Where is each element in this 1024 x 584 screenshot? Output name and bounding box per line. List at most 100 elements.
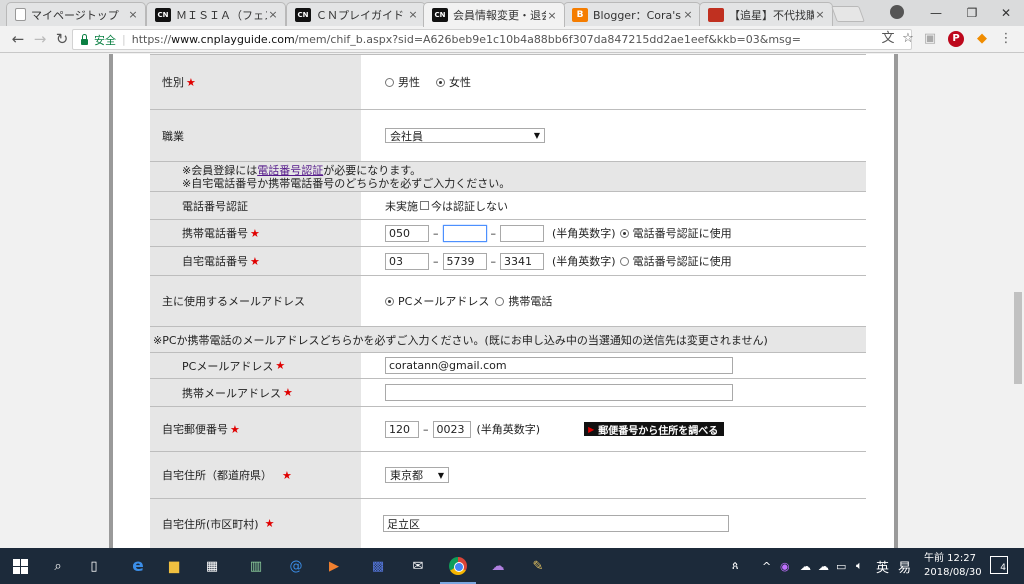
mobile-email-input[interactable] [385, 384, 733, 401]
prefecture-field: 東京都 ▼ [361, 452, 866, 498]
gender-male-radio[interactable] [385, 77, 394, 87]
bookmark-star-icon[interactable]: ☆ [900, 31, 916, 47]
ime-language[interactable]: 英 [876, 548, 889, 584]
mobile-email-row: 携帯メールアドレス ★ [150, 379, 866, 407]
chevron-up-icon[interactable]: ^ [762, 548, 771, 584]
mobile-email-field [361, 379, 866, 406]
main-email-pc-radio[interactable] [385, 296, 394, 306]
home-auth-radio[interactable] [619, 256, 629, 266]
mobile-phone-part1-input[interactable] [385, 224, 429, 242]
close-window-button[interactable]: ✕ [984, 0, 1024, 26]
app-icon[interactable]: ▥ [244, 554, 268, 578]
skip-auth-checkbox[interactable] [420, 201, 429, 210]
news-icon [708, 7, 724, 22]
store-icon[interactable]: ▦ [200, 554, 224, 578]
main-email-mobile-radio[interactable] [495, 296, 505, 306]
scrollbar-thumb[interactable] [1014, 292, 1022, 384]
postal-lookup-button[interactable]: ▶ 郵便番号から住所を調べる [584, 422, 725, 437]
mobile-auth-radio[interactable] [619, 228, 629, 238]
tab-news[interactable]: 【追星】不代找購、不 × [699, 2, 833, 26]
secure-label: 安全 [94, 33, 116, 47]
cloud-app-icon[interactable]: ☁ [486, 554, 510, 578]
postal-label: 自宅郵便番号 ★ [150, 407, 361, 451]
search-icon[interactable]: ⌕ [46, 554, 70, 578]
pinterest-icon[interactable]: P [948, 31, 964, 47]
email-notice-row: ※PCか携帯電話のメールアドレスどちらかを必ずご入力ください。(既にお申し込み中… [150, 327, 866, 353]
close-icon[interactable]: × [267, 8, 279, 21]
url-text: https://www.cnplayguide.com/mem/chif_b.a… [131, 33, 801, 46]
system-clock[interactable]: 午前 12:27 2018/08/30 [924, 552, 982, 580]
city-row: 自宅住所(市区町村) ★ [150, 499, 866, 548]
cn-icon: CN [155, 7, 171, 22]
vertical-scrollbar[interactable] [1012, 54, 1024, 548]
tray-app-icon[interactable]: ◉ [780, 548, 790, 584]
close-icon[interactable]: × [407, 8, 419, 21]
menu-icon[interactable]: ⋮ [998, 31, 1014, 47]
close-icon[interactable]: × [814, 8, 826, 21]
close-icon[interactable]: × [127, 8, 139, 21]
translate-icon[interactable]: 文 [880, 31, 896, 47]
chrome-taskbar-icon[interactable] [440, 554, 476, 584]
phone-auth-link[interactable]: 電話番号認証 [257, 164, 323, 177]
ime-mode[interactable]: 易 [898, 548, 911, 584]
extension-icon[interactable]: ◆ [974, 31, 990, 47]
calculator-icon[interactable]: ▩ [366, 554, 390, 578]
gender-female-radio[interactable] [436, 77, 445, 87]
tab-mypage[interactable]: マイページトップ × [6, 2, 146, 26]
occupation-row: 職業 会社員 ▼ [150, 110, 866, 162]
content-panel: 性別 ★ 男性 女性 職業 会社員 ▼ ※会員登録には電話番号認証が必要になりま… [109, 54, 898, 548]
media-player-icon[interactable]: ▶ [322, 554, 346, 578]
network-icon[interactable]: ▭ [836, 548, 846, 584]
paint-icon[interactable]: ✎ [526, 554, 550, 578]
occupation-label: 職業 [150, 110, 361, 161]
page-viewport: 性別 ★ 男性 女性 職業 会社員 ▼ ※会員登録には電話番号認証が必要になりま… [0, 54, 1024, 548]
close-icon[interactable]: × [682, 8, 694, 21]
city-input[interactable] [383, 515, 729, 532]
tab-blogger[interactable]: B Blogger：Cora's Tast × [563, 2, 701, 26]
mobile-phone-part3-input[interactable] [500, 224, 544, 242]
city-field [361, 499, 866, 548]
reload-button[interactable]: ↻ [52, 30, 72, 48]
address-bar[interactable]: 安全 | https://www.cnplayguide.com/mem/chi… [72, 29, 912, 50]
home-phone-part3-input[interactable] [500, 252, 544, 270]
prefecture-select[interactable]: 東京都 ▼ [385, 467, 449, 483]
skip-auth-label: 今は認証しない [431, 199, 508, 213]
volume-icon[interactable]: 🔈︎ [856, 548, 863, 584]
home-phone-part1-input[interactable] [385, 252, 429, 270]
new-tab-button[interactable] [831, 6, 865, 22]
phone-notice: ※会員登録には電話番号認証が必要になります。 ※自宅電話番号か携帯電話番号のどち… [150, 162, 866, 191]
extension-icon[interactable]: ▣ [922, 31, 938, 47]
task-view-icon[interactable]: ▯ [82, 554, 106, 578]
main-email-label: 主に使用するメールアドレス [150, 276, 361, 326]
occupation-select[interactable]: 会社員 ▼ [385, 128, 545, 143]
windows-logo-icon [12, 558, 28, 574]
onedrive-icon[interactable]: ☁ [818, 548, 829, 584]
action-center-icon[interactable]: 4 [990, 556, 1008, 574]
home-phone-part2-input[interactable] [442, 252, 487, 270]
mobile-phone-label: 携帯電話番号 ★ [150, 220, 361, 246]
mobile-phone-part2-input[interactable] [442, 224, 487, 242]
home-phone-field: – – (半角英数字) 電話番号認証に使用 [361, 247, 866, 275]
forward-button[interactable]: → [30, 30, 50, 48]
tab-misia[interactable]: CN ＭＩＳＩＡ（フェスティ × [146, 2, 286, 26]
file-explorer-icon[interactable]: ▆ [162, 554, 186, 578]
people-icon[interactable]: ጰ [732, 548, 739, 584]
tab-cnplayguide[interactable]: CN ＣＮプレイガイド｜会員 × [286, 2, 426, 26]
gender-label: 性別 ★ [150, 55, 361, 109]
start-button[interactable] [8, 554, 32, 578]
mail-icon[interactable]: ✉ [406, 554, 430, 578]
tab-title: 会員情報変更・退会 [453, 9, 546, 22]
email-notice: ※PCか携帯電話のメールアドレスどちらかを必ずご入力ください。(既にお申し込み中… [150, 327, 866, 352]
radio-label: 電話番号認証に使用 [632, 227, 732, 240]
back-button[interactable]: ← [8, 30, 28, 48]
edge-icon[interactable]: e [126, 554, 150, 578]
profile-icon[interactable] [890, 5, 904, 19]
postal-part2-input[interactable] [432, 420, 471, 438]
mail-at-icon[interactable]: @ [284, 554, 308, 578]
postal-part1-input[interactable] [385, 420, 419, 438]
tab-member-info[interactable]: CN 会員情報変更・退会 × [423, 2, 565, 27]
onedrive-icon[interactable]: ☁ [800, 548, 811, 584]
pc-email-input[interactable] [385, 357, 733, 374]
postal-row: 自宅郵便番号★ – (半角英数字) ▶ 郵便番号から住所を調べる [150, 407, 866, 452]
close-icon[interactable]: × [546, 9, 558, 22]
